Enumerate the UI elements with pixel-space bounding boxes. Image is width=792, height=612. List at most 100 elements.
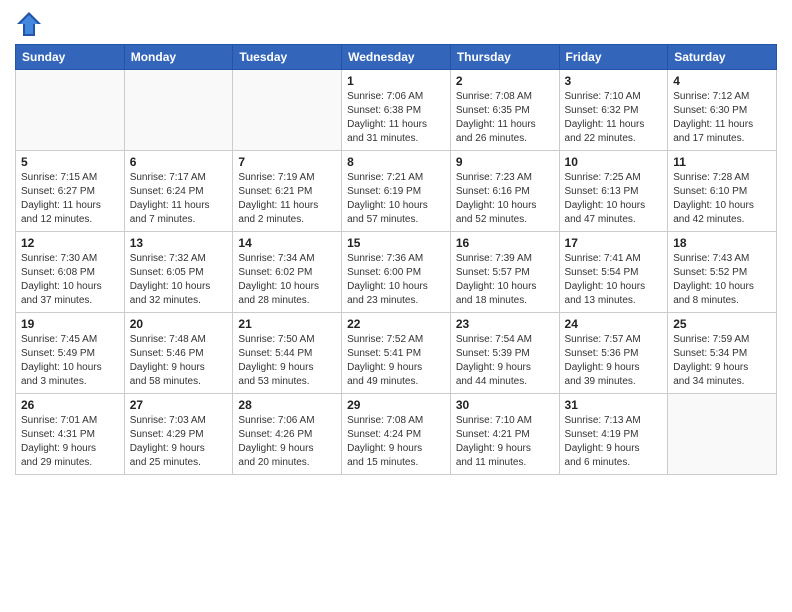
day-info: Sunrise: 7:45 AM Sunset: 5:49 PM Dayligh… xyxy=(21,333,119,389)
calendar-cell: 24 Sunrise: 7:57 AM Sunset: 5:36 PM Dayli… xyxy=(559,313,668,394)
day-info: Sunrise: 7:39 AM Sunset: 5:57 PM Dayligh… xyxy=(456,252,554,308)
day-number: 14 xyxy=(238,236,336,250)
day-info: Sunrise: 7:34 AM Sunset: 6:02 PM Dayligh… xyxy=(238,252,336,308)
day-number: 10 xyxy=(565,155,663,169)
calendar-cell: 22 Sunrise: 7:52 AM Sunset: 5:41 PM Dayli… xyxy=(342,313,451,394)
calendar-cell: 8Sunrise: 7:21 AM Sunset: 6:19 PM Daylig… xyxy=(342,151,451,232)
calendar-header-row: SundayMondayTuesdayWednesdayThursdayFrid… xyxy=(16,45,777,70)
calendar-cell: 23Sunrise: 7:54 AM Sunset: 5:39 PM Dayli… xyxy=(450,313,559,394)
calendar-cell: 7 Sunrise: 7:19 AM Sunset: 6:21 PM Daylig… xyxy=(233,151,342,232)
day-info: Sunrise: 7:57 AM Sunset: 5:36 PM Dayligh… xyxy=(565,333,663,389)
day-info: Sunrise: 7:50 AM Sunset: 5:44 PM Dayligh… xyxy=(238,333,336,389)
day-number: 21 xyxy=(238,317,336,331)
calendar-cell: 9Sunrise: 7:23 AM Sunset: 6:16 PM Daylig… xyxy=(450,151,559,232)
calendar-cell: 27 Sunrise: 7:03 AM Sunset: 4:29 PM Dayli… xyxy=(124,394,233,475)
day-info: Sunrise: 7:19 AM Sunset: 6:21 PM Dayligh… xyxy=(238,171,336,227)
calendar-cell: 2 Sunrise: 7:08 AM Sunset: 6:35 PM Daylig… xyxy=(450,70,559,151)
day-number: 27 xyxy=(130,398,228,412)
day-info: Sunrise: 7:10 AM Sunset: 6:32 PM Dayligh… xyxy=(565,90,663,146)
day-info: Sunrise: 7:43 AM Sunset: 5:52 PM Dayligh… xyxy=(673,252,771,308)
logo-icon xyxy=(15,10,43,38)
day-info: Sunrise: 7:30 AM Sunset: 6:08 PM Dayligh… xyxy=(21,252,119,308)
day-info: Sunrise: 7:17 AM Sunset: 6:24 PM Dayligh… xyxy=(130,171,228,227)
day-number: 2 xyxy=(456,74,554,88)
day-info: Sunrise: 7:54 AM Sunset: 5:39 PM Dayligh… xyxy=(456,333,554,389)
day-number: 11 xyxy=(673,155,771,169)
calendar-cell: 13 Sunrise: 7:32 AM Sunset: 6:05 PM Dayli… xyxy=(124,232,233,313)
day-number: 12 xyxy=(21,236,119,250)
day-info: Sunrise: 7:03 AM Sunset: 4:29 PM Dayligh… xyxy=(130,414,228,470)
calendar-cell xyxy=(233,70,342,151)
day-info: Sunrise: 7:28 AM Sunset: 6:10 PM Dayligh… xyxy=(673,171,771,227)
day-number: 13 xyxy=(130,236,228,250)
calendar-cell: 4 Sunrise: 7:12 AM Sunset: 6:30 PM Daylig… xyxy=(668,70,777,151)
day-number: 18 xyxy=(673,236,771,250)
day-info: Sunrise: 7:48 AM Sunset: 5:46 PM Dayligh… xyxy=(130,333,228,389)
calendar-table: SundayMondayTuesdayWednesdayThursdayFrid… xyxy=(15,44,777,475)
day-number: 4 xyxy=(673,74,771,88)
header xyxy=(15,10,777,38)
day-info: Sunrise: 7:52 AM Sunset: 5:41 PM Dayligh… xyxy=(347,333,445,389)
calendar-cell: 21 Sunrise: 7:50 AM Sunset: 5:44 PM Dayli… xyxy=(233,313,342,394)
day-info: Sunrise: 7:01 AM Sunset: 4:31 PM Dayligh… xyxy=(21,414,119,470)
calendar-cell: 18 Sunrise: 7:43 AM Sunset: 5:52 PM Dayli… xyxy=(668,232,777,313)
logo xyxy=(15,10,47,38)
calendar-cell: 30Sunrise: 7:10 AM Sunset: 4:21 PM Dayli… xyxy=(450,394,559,475)
day-number: 24 xyxy=(565,317,663,331)
day-info: Sunrise: 7:06 AM Sunset: 4:26 PM Dayligh… xyxy=(238,414,336,470)
calendar-cell xyxy=(124,70,233,151)
day-number: 31 xyxy=(565,398,663,412)
calendar-week-row: 26 Sunrise: 7:01 AM Sunset: 4:31 PM Dayli… xyxy=(16,394,777,475)
day-number: 17 xyxy=(565,236,663,250)
page: SundayMondayTuesdayWednesdayThursdayFrid… xyxy=(0,0,792,612)
calendar-cell: 17 Sunrise: 7:41 AM Sunset: 5:54 PM Dayli… xyxy=(559,232,668,313)
calendar-cell: 3 Sunrise: 7:10 AM Sunset: 6:32 PM Daylig… xyxy=(559,70,668,151)
day-info: Sunrise: 7:08 AM Sunset: 6:35 PM Dayligh… xyxy=(456,90,554,146)
calendar-week-row: 1Sunrise: 7:06 AM Sunset: 6:38 PM Daylig… xyxy=(16,70,777,151)
day-number: 22 xyxy=(347,317,445,331)
day-number: 19 xyxy=(21,317,119,331)
calendar-week-row: 5 Sunrise: 7:15 AM Sunset: 6:27 PM Daylig… xyxy=(16,151,777,232)
day-number: 26 xyxy=(21,398,119,412)
day-info: Sunrise: 7:08 AM Sunset: 4:24 PM Dayligh… xyxy=(347,414,445,470)
calendar-cell: 12 Sunrise: 7:30 AM Sunset: 6:08 PM Dayli… xyxy=(16,232,125,313)
day-info: Sunrise: 7:12 AM Sunset: 6:30 PM Dayligh… xyxy=(673,90,771,146)
day-info: Sunrise: 7:59 AM Sunset: 5:34 PM Dayligh… xyxy=(673,333,771,389)
day-number: 29 xyxy=(347,398,445,412)
calendar-day-header: Sunday xyxy=(16,45,125,70)
day-number: 8 xyxy=(347,155,445,169)
calendar-day-header: Thursday xyxy=(450,45,559,70)
calendar-cell: 5 Sunrise: 7:15 AM Sunset: 6:27 PM Daylig… xyxy=(16,151,125,232)
day-number: 3 xyxy=(565,74,663,88)
day-info: Sunrise: 7:13 AM Sunset: 4:19 PM Dayligh… xyxy=(565,414,663,470)
calendar-day-header: Wednesday xyxy=(342,45,451,70)
calendar-cell: 1Sunrise: 7:06 AM Sunset: 6:38 PM Daylig… xyxy=(342,70,451,151)
day-info: Sunrise: 7:32 AM Sunset: 6:05 PM Dayligh… xyxy=(130,252,228,308)
calendar-cell: 6 Sunrise: 7:17 AM Sunset: 6:24 PM Daylig… xyxy=(124,151,233,232)
calendar-cell: 31 Sunrise: 7:13 AM Sunset: 4:19 PM Dayli… xyxy=(559,394,668,475)
calendar-cell: 14 Sunrise: 7:34 AM Sunset: 6:02 PM Dayli… xyxy=(233,232,342,313)
day-number: 25 xyxy=(673,317,771,331)
day-info: Sunrise: 7:25 AM Sunset: 6:13 PM Dayligh… xyxy=(565,171,663,227)
day-number: 6 xyxy=(130,155,228,169)
day-number: 9 xyxy=(456,155,554,169)
calendar-cell: 11 Sunrise: 7:28 AM Sunset: 6:10 PM Dayli… xyxy=(668,151,777,232)
calendar-cell: 20 Sunrise: 7:48 AM Sunset: 5:46 PM Dayli… xyxy=(124,313,233,394)
day-number: 5 xyxy=(21,155,119,169)
day-number: 20 xyxy=(130,317,228,331)
calendar-cell: 16 Sunrise: 7:39 AM Sunset: 5:57 PM Dayli… xyxy=(450,232,559,313)
calendar-cell: 19 Sunrise: 7:45 AM Sunset: 5:49 PM Dayli… xyxy=(16,313,125,394)
day-info: Sunrise: 7:41 AM Sunset: 5:54 PM Dayligh… xyxy=(565,252,663,308)
day-info: Sunrise: 7:06 AM Sunset: 6:38 PM Dayligh… xyxy=(347,90,445,146)
day-number: 16 xyxy=(456,236,554,250)
calendar-cell: 10 Sunrise: 7:25 AM Sunset: 6:13 PM Dayli… xyxy=(559,151,668,232)
calendar-cell: 26 Sunrise: 7:01 AM Sunset: 4:31 PM Dayli… xyxy=(16,394,125,475)
day-info: Sunrise: 7:36 AM Sunset: 6:00 PM Dayligh… xyxy=(347,252,445,308)
calendar-cell: 28 Sunrise: 7:06 AM Sunset: 4:26 PM Dayli… xyxy=(233,394,342,475)
calendar-day-header: Friday xyxy=(559,45,668,70)
calendar-cell: 25 Sunrise: 7:59 AM Sunset: 5:34 PM Dayli… xyxy=(668,313,777,394)
day-number: 7 xyxy=(238,155,336,169)
calendar-week-row: 12 Sunrise: 7:30 AM Sunset: 6:08 PM Dayli… xyxy=(16,232,777,313)
day-info: Sunrise: 7:15 AM Sunset: 6:27 PM Dayligh… xyxy=(21,171,119,227)
day-number: 28 xyxy=(238,398,336,412)
